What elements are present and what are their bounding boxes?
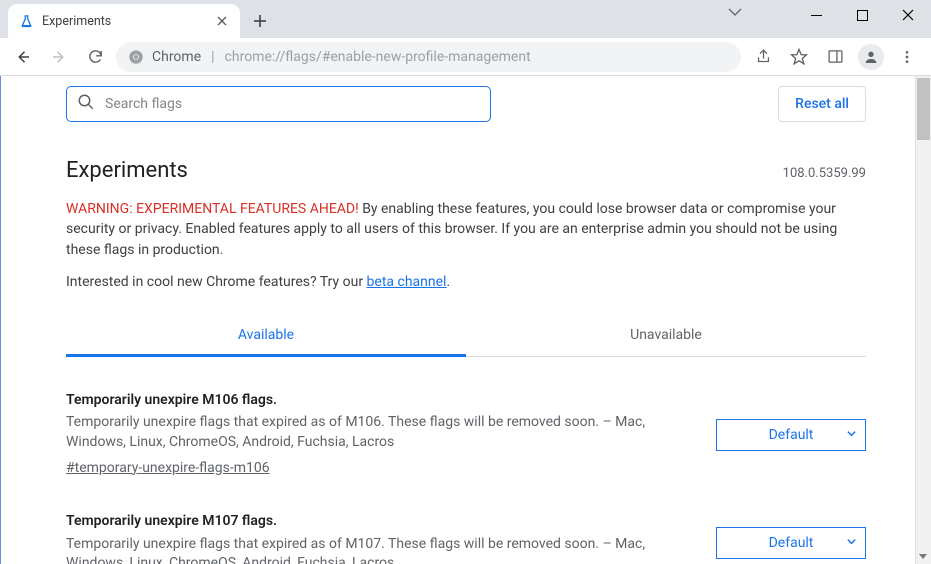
scrollbar[interactable] xyxy=(915,76,931,564)
chevron-down-icon xyxy=(846,427,857,443)
reset-all-button[interactable]: Reset all xyxy=(778,86,866,122)
search-flags-box xyxy=(66,86,491,122)
url-separator: | xyxy=(211,49,214,65)
new-tab-button[interactable] xyxy=(246,7,274,35)
minimize-button[interactable] xyxy=(793,0,839,30)
chevron-down-icon[interactable] xyxy=(727,6,743,22)
flag-item: Temporarily unexpire M107 flags. Tempora… xyxy=(66,478,866,564)
flag-dropdown[interactable]: Default xyxy=(716,527,866,559)
beta-prefix: Interested in cool new Chrome features? … xyxy=(66,274,367,290)
warning-prefix: WARNING: EXPERIMENTAL FEATURES AHEAD! xyxy=(66,201,359,217)
flag-title: Temporarily unexpire M107 flags. xyxy=(66,512,686,532)
flag-title: Temporarily unexpire M106 flags. xyxy=(66,391,686,411)
reload-button[interactable] xyxy=(80,42,110,72)
flag-anchor-link[interactable]: #temporary-unexpire-flags-m106 xyxy=(66,459,270,479)
flask-icon xyxy=(18,13,34,29)
chrome-icon xyxy=(128,49,144,65)
scrollbar-thumb[interactable] xyxy=(917,78,930,140)
flag-item: Temporarily unexpire M106 flags. Tempora… xyxy=(66,357,866,478)
beta-suffix: . xyxy=(446,274,450,290)
flag-tabs: Available Unavailable xyxy=(66,314,866,357)
tabstrip: Experiments xyxy=(0,0,931,38)
tab-available[interactable]: Available xyxy=(66,314,466,356)
flag-dropdown[interactable]: Default xyxy=(716,419,866,451)
viewport: Reset all Experiments 108.0.5359.99 WARN… xyxy=(0,76,931,564)
back-button[interactable] xyxy=(8,42,38,72)
beta-line: Interested in cool new Chrome features? … xyxy=(66,274,866,314)
close-window-button[interactable] xyxy=(885,0,931,30)
flag-description: Temporarily unexpire flags that expired … xyxy=(66,413,686,452)
window-controls xyxy=(793,0,931,30)
url-path: chrome://flags/#enable-new-profile-manag… xyxy=(225,49,531,65)
beta-channel-link[interactable]: beta channel xyxy=(367,274,447,290)
warning-text: WARNING: EXPERIMENTAL FEATURES AHEAD! By… xyxy=(66,193,866,274)
address-bar[interactable]: Chrome | chrome://flags/#enable-new-prof… xyxy=(116,42,741,72)
url-origin: Chrome xyxy=(152,49,201,65)
bookmark-icon[interactable] xyxy=(783,41,815,73)
page-title: Experiments xyxy=(66,158,188,183)
search-icon xyxy=(77,93,95,115)
search-input[interactable] xyxy=(105,96,480,112)
maximize-button[interactable] xyxy=(839,0,885,30)
browser-tab[interactable]: Experiments xyxy=(8,4,240,38)
scroll-down-arrow[interactable] xyxy=(915,548,931,564)
version-label: 108.0.5359.99 xyxy=(783,166,866,181)
flag-description: Temporarily unexpire flags that expired … xyxy=(66,535,686,564)
chevron-down-icon xyxy=(846,535,857,551)
profile-avatar[interactable] xyxy=(855,41,887,73)
flag-dropdown-value: Default xyxy=(769,427,814,443)
tab-unavailable[interactable]: Unavailable xyxy=(466,314,866,356)
toolbar: Chrome | chrome://flags/#enable-new-prof… xyxy=(0,38,931,76)
tab-title: Experiments xyxy=(42,14,206,29)
side-panel-icon[interactable] xyxy=(819,41,851,73)
forward-button[interactable] xyxy=(44,42,74,72)
close-tab-icon[interactable] xyxy=(214,13,230,29)
menu-icon[interactable] xyxy=(891,41,923,73)
flag-dropdown-value: Default xyxy=(769,535,814,551)
share-icon[interactable] xyxy=(747,41,779,73)
